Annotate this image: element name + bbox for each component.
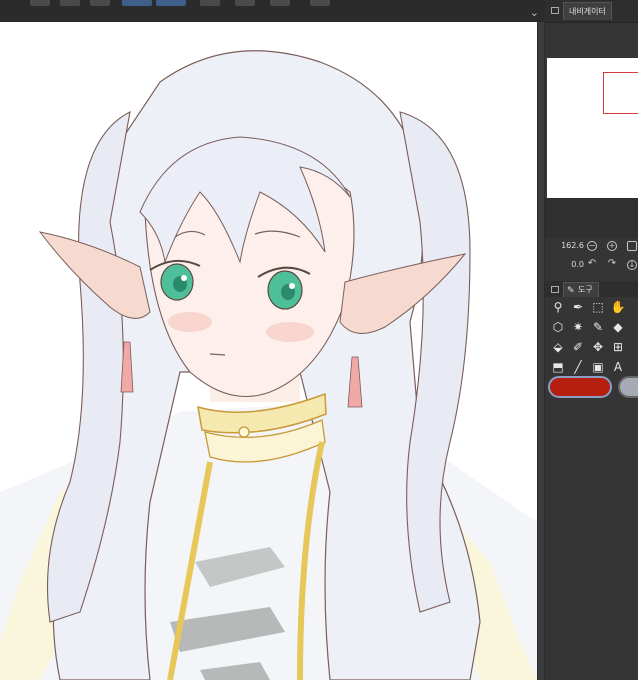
zoom-in-icon[interactable]: + — [607, 241, 617, 251]
toolbar-button-active[interactable] — [122, 0, 152, 6]
hand-icon[interactable]: ✋ — [609, 298, 627, 316]
text-icon[interactable]: A — [609, 358, 627, 376]
rotate-left-icon[interactable]: ↶ — [587, 259, 597, 270]
toolbar-button[interactable] — [90, 0, 110, 6]
toolbar-button-active[interactable] — [156, 0, 186, 6]
drawing-canvas[interactable] — [0, 22, 537, 680]
canvas-vertical-scrollbar[interactable] — [537, 22, 545, 680]
tab-tools-label: 도구 — [578, 285, 593, 294]
artwork — [0, 50, 537, 680]
panel-menu-icon[interactable] — [551, 7, 559, 14]
tool-panel-header: ✎ 도구 — [545, 281, 638, 297]
navigator-spacer — [545, 23, 638, 58]
right-panel: 내비게이터 162.6 − + 0.0 ↶ ↷ ↓ ✎ 도구 ⚲ ✒ ⬚ ✋ ⬡ ✷ ✎ ◆ ⬙… — [545, 0, 638, 680]
toolbar-button[interactable] — [60, 0, 80, 6]
toolbar-button[interactable] — [30, 0, 50, 6]
zoom-fit-icon[interactable] — [627, 241, 637, 251]
grid-icon[interactable]: ⊞ — [609, 338, 627, 356]
navigator-header: 내비게이터 — [545, 0, 638, 23]
selection-icon[interactable]: ⬚ — [589, 298, 607, 316]
top-toolbar: ⌄ — [0, 0, 545, 23]
zoom-value: 162.6 — [561, 241, 584, 250]
panel-menu-icon[interactable] — [551, 286, 559, 293]
zoom-icon[interactable]: ⚲ — [549, 298, 567, 316]
fill-icon[interactable]: ⬙ — [549, 338, 567, 356]
tab-tools[interactable]: ✎ 도구 — [563, 282, 599, 297]
navigator-preview[interactable] — [547, 58, 638, 198]
sub-color-swatch[interactable] — [618, 376, 638, 398]
tab-navigator[interactable]: 내비게이터 — [563, 2, 612, 20]
toolbar-button[interactable] — [235, 0, 255, 6]
move-icon[interactable]: ✥ — [589, 338, 607, 356]
cube-icon[interactable]: ⬡ — [549, 318, 567, 336]
zoom-out-icon[interactable]: − — [587, 241, 597, 251]
brush-icon[interactable]: ✐ — [569, 338, 587, 356]
chevron-down-icon[interactable]: ⌄ — [530, 6, 539, 19]
line-icon[interactable]: ╱ — [569, 358, 587, 376]
main-color-swatch[interactable] — [548, 376, 612, 398]
rotate-right-icon[interactable]: ↷ — [607, 259, 617, 270]
pen-icon[interactable]: ✎ — [589, 318, 607, 336]
navigator-view-frame[interactable] — [603, 72, 638, 114]
eraser-icon[interactable]: ◆ — [609, 318, 627, 336]
toolbar-button[interactable] — [270, 0, 290, 6]
gradient-icon[interactable]: ▣ — [589, 358, 607, 376]
rotation-value: 0.0 — [571, 260, 584, 269]
toolbar-button[interactable] — [310, 0, 330, 6]
magic-wand-icon[interactable]: ✷ — [569, 318, 587, 336]
rotate-row: 0.0 ↶ ↷ ↓ — [545, 257, 638, 275]
eyedropper-icon[interactable]: ✒ — [569, 298, 587, 316]
pen-tab-icon: ✎ — [567, 286, 575, 296]
frame-icon[interactable]: ⬒ — [549, 358, 567, 376]
navigator-footer — [545, 198, 638, 238]
zoom-row: 162.6 − + — [545, 238, 638, 256]
reset-rotation-icon[interactable]: ↓ — [627, 260, 637, 270]
toolbar-button[interactable] — [200, 0, 220, 6]
